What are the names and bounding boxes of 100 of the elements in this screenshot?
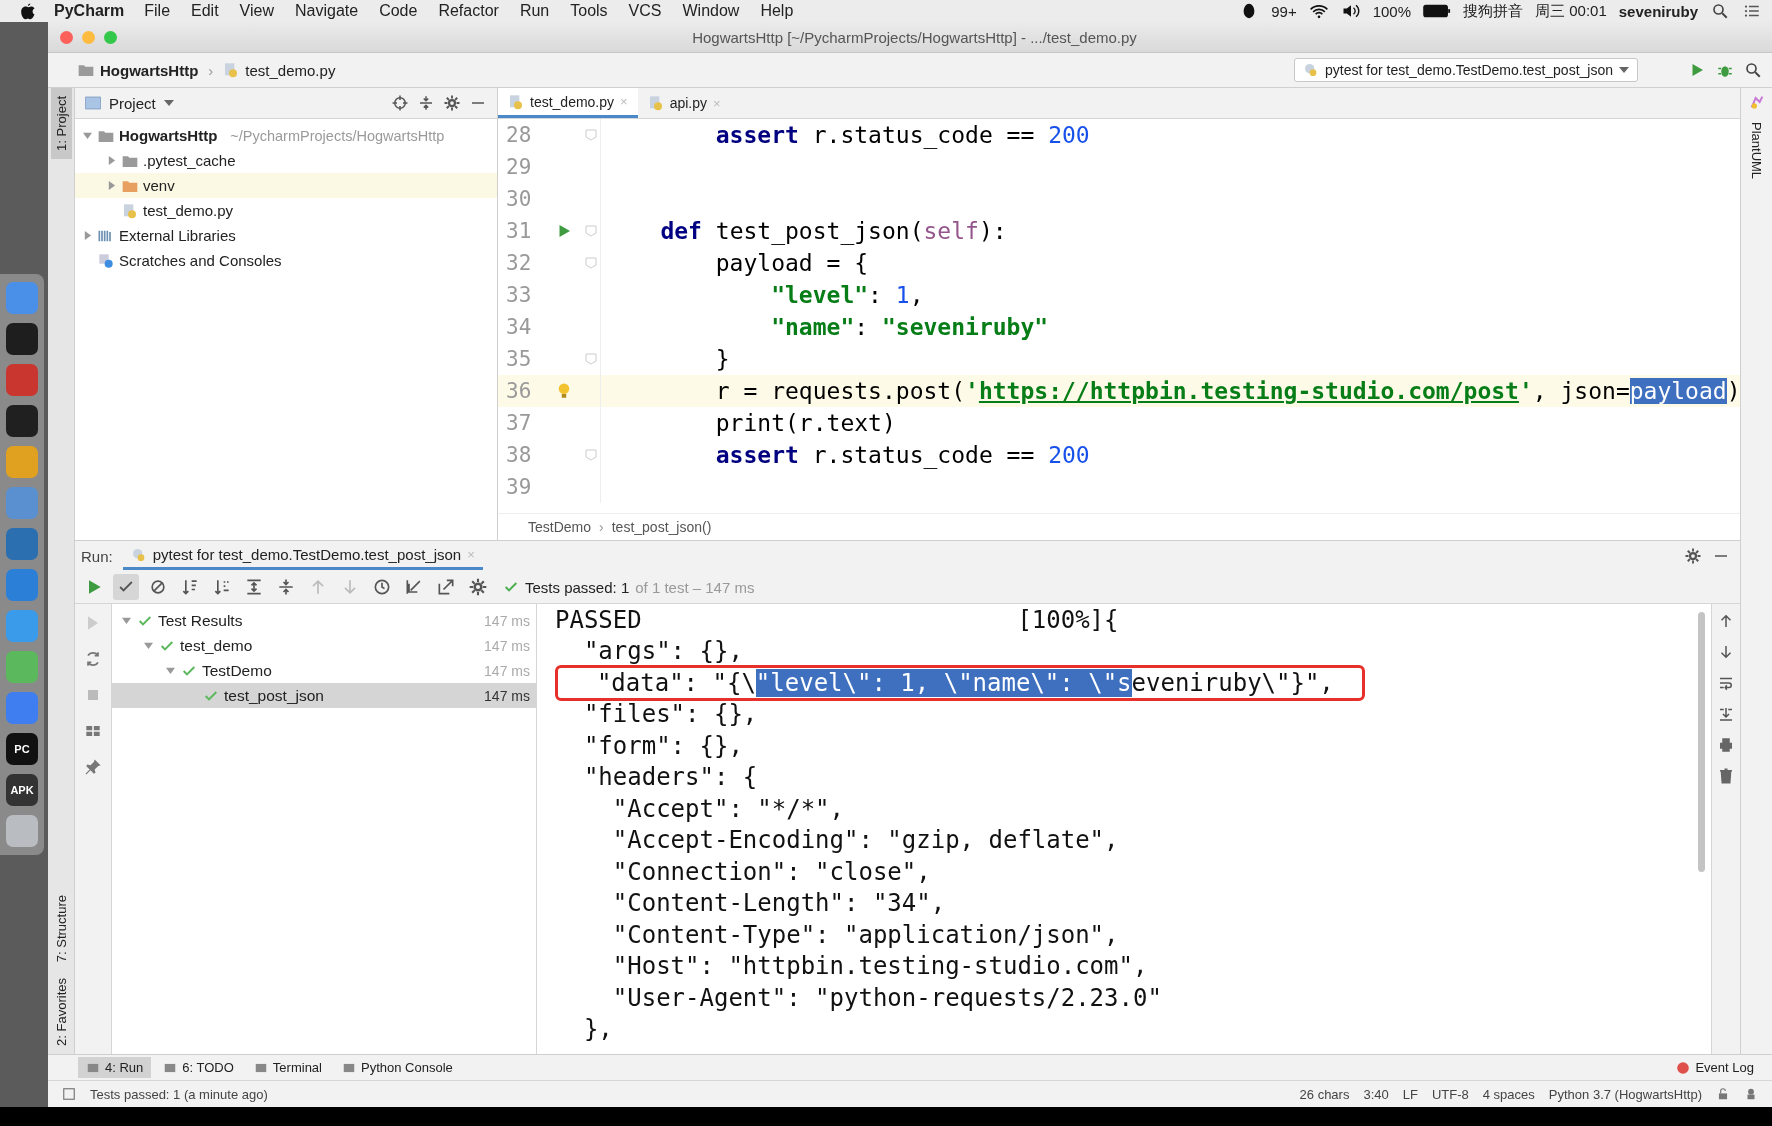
layout-toggle-icon[interactable] xyxy=(62,1087,76,1101)
menu-item[interactable]: VCS xyxy=(628,2,662,20)
test-item[interactable]: TestDemo xyxy=(202,661,272,680)
event-log-button[interactable]: Event Log xyxy=(1668,1057,1762,1078)
tool-window-tab[interactable]: 7: Structure xyxy=(50,886,72,971)
tool-window-tab[interactable]: 2: Favorites xyxy=(50,970,72,1054)
tree-item[interactable]: HogwartsHttp xyxy=(119,127,218,144)
menu-item[interactable]: Run xyxy=(519,2,550,20)
output-line: "form": {}, xyxy=(582,731,743,760)
expand-arrow-icon[interactable] xyxy=(106,181,116,190)
input-method[interactable]: 搜狗拼音 xyxy=(1463,1,1524,21)
line-number: 31 xyxy=(505,219,533,243)
project-view-dropdown[interactable]: Project xyxy=(109,94,156,112)
menu-item[interactable]: File xyxy=(144,2,171,20)
line-number: 37 xyxy=(505,411,533,435)
editor-tab[interactable]: api.py × xyxy=(637,88,731,118)
print-icon[interactable] xyxy=(1717,736,1735,754)
expand-arrow-icon[interactable] xyxy=(106,156,116,165)
output-line: }, xyxy=(582,1015,613,1044)
tree-item[interactable]: test_demo.py xyxy=(143,202,234,219)
menu-item[interactable]: Tools xyxy=(570,2,608,20)
output-line: "Host": "httpbin.testing-studio.com", xyxy=(611,952,1148,981)
locate-icon[interactable] xyxy=(391,94,409,112)
plantuml-tool-tab[interactable]: PlantUML xyxy=(1746,114,1767,188)
test-item[interactable]: test_demo xyxy=(180,636,253,655)
breadcrumb-item[interactable]: test_demo.py xyxy=(245,61,336,79)
app-icon[interactable] xyxy=(6,405,38,437)
code-line: assert r.status_code == 200 xyxy=(714,442,1090,468)
tree-item[interactable]: .pytest_cache xyxy=(143,152,236,169)
menu-item[interactable]: Edit xyxy=(191,2,219,20)
project-tool-tab[interactable]: 1: Project xyxy=(50,88,72,159)
tree-item[interactable]: venv xyxy=(143,177,175,194)
tool-window-button[interactable]: Terminal xyxy=(245,1057,330,1078)
wifi-icon[interactable] xyxy=(1308,2,1329,20)
test-duration: 147 ms xyxy=(484,662,530,679)
run-tab[interactable]: pytest for test_demo.TestDemo.test_post_json × xyxy=(122,542,483,570)
close-button[interactable] xyxy=(60,30,73,44)
status-item[interactable]: Python 3.7 (HogwartsHttp) xyxy=(1548,1086,1702,1102)
run-configuration-dropdown[interactable]: pytest for test_demo.TestDemo.test_post_json xyxy=(1294,58,1638,82)
line-number: 36 xyxy=(505,379,533,403)
code-line: def test_post_json(self): xyxy=(659,218,1007,244)
battery-percent: 100% xyxy=(1372,2,1412,20)
caret-icon[interactable] xyxy=(163,100,174,106)
apple-icon[interactable] xyxy=(18,1,36,21)
tree-item[interactable]: Scratches and Consoles xyxy=(119,252,282,269)
breadcrumb-separator: › xyxy=(599,519,604,535)
breadcrumb-item[interactable]: TestDemo xyxy=(528,519,592,535)
lock-icon[interactable] xyxy=(1716,1087,1730,1101)
status-item[interactable]: 4 spaces xyxy=(1482,1086,1535,1102)
expand-arrow-icon[interactable] xyxy=(143,641,153,650)
battery-icon[interactable] xyxy=(1423,2,1452,20)
tool-window-button[interactable]: 4: Run xyxy=(78,1057,152,1078)
expand-arrow-icon[interactable] xyxy=(165,666,175,675)
show-passed-button[interactable] xyxy=(113,574,139,600)
scrollbar[interactable] xyxy=(1698,612,1705,872)
code-line: } xyxy=(714,346,730,372)
breadcrumb-item[interactable]: test_post_json() xyxy=(611,519,712,535)
settings-icon[interactable] xyxy=(443,94,461,112)
menu-item[interactable]: Code xyxy=(379,2,418,20)
status-item[interactable]: 3:40 xyxy=(1363,1086,1389,1102)
folder-icon xyxy=(78,62,94,78)
test-item[interactable]: test_post_json xyxy=(224,686,324,705)
scroll-to-end-icon[interactable] xyxy=(1717,705,1735,723)
app-menu[interactable]: PyCharm xyxy=(54,2,125,20)
status-item[interactable]: 26 chars xyxy=(1299,1086,1350,1102)
breadcrumb-separator: › xyxy=(208,61,214,79)
menu-item[interactable]: Help xyxy=(760,2,794,20)
clock[interactable]: 周三 00:01 xyxy=(1535,1,1607,21)
scratches-icon xyxy=(98,252,114,269)
trash-icon[interactable] xyxy=(1717,767,1735,785)
search-icon[interactable] xyxy=(1744,61,1762,79)
settings-icon[interactable] xyxy=(1684,547,1702,565)
menu-item[interactable]: Navigate xyxy=(295,2,359,20)
expand-arrow-icon[interactable] xyxy=(121,616,131,625)
tree-item[interactable]: External Libraries xyxy=(119,227,236,244)
menu-item[interactable]: Window xyxy=(682,2,740,20)
menu-item[interactable]: View xyxy=(239,2,274,20)
menu-item[interactable]: Refactor xyxy=(438,2,499,20)
app-icon[interactable] xyxy=(6,323,38,355)
python-file-icon xyxy=(223,62,240,78)
plantuml-icon xyxy=(1748,94,1765,110)
test-item[interactable]: Test Results xyxy=(158,611,243,630)
editor-tab[interactable]: test_demo.py × xyxy=(498,88,638,118)
status-item[interactable]: LF xyxy=(1402,1086,1418,1102)
status-item[interactable]: UTF-8 xyxy=(1431,1086,1469,1102)
python-test-icon xyxy=(130,546,147,563)
search-icon[interactable] xyxy=(1710,2,1730,20)
app-icon[interactable]: PC xyxy=(6,733,38,765)
python-file-icon xyxy=(647,95,664,111)
expand-arrow-icon[interactable] xyxy=(82,231,92,240)
output-line: "Connection": "close", xyxy=(611,857,931,886)
tool-window-button[interactable]: Python Console xyxy=(334,1057,461,1078)
output-line: "Content-Type": "application/json", xyxy=(611,920,1119,949)
expand-arrow-icon[interactable] xyxy=(82,131,92,140)
user-name[interactable]: seveniruby xyxy=(1618,2,1698,20)
breadcrumb-item[interactable]: HogwartsHttp xyxy=(100,61,199,79)
tool-window-button[interactable]: 6: TODO xyxy=(155,1057,242,1078)
alert-icon xyxy=(1676,1060,1691,1075)
collapse-all-icon[interactable] xyxy=(417,94,435,112)
app-icon[interactable]: APK xyxy=(6,774,38,806)
